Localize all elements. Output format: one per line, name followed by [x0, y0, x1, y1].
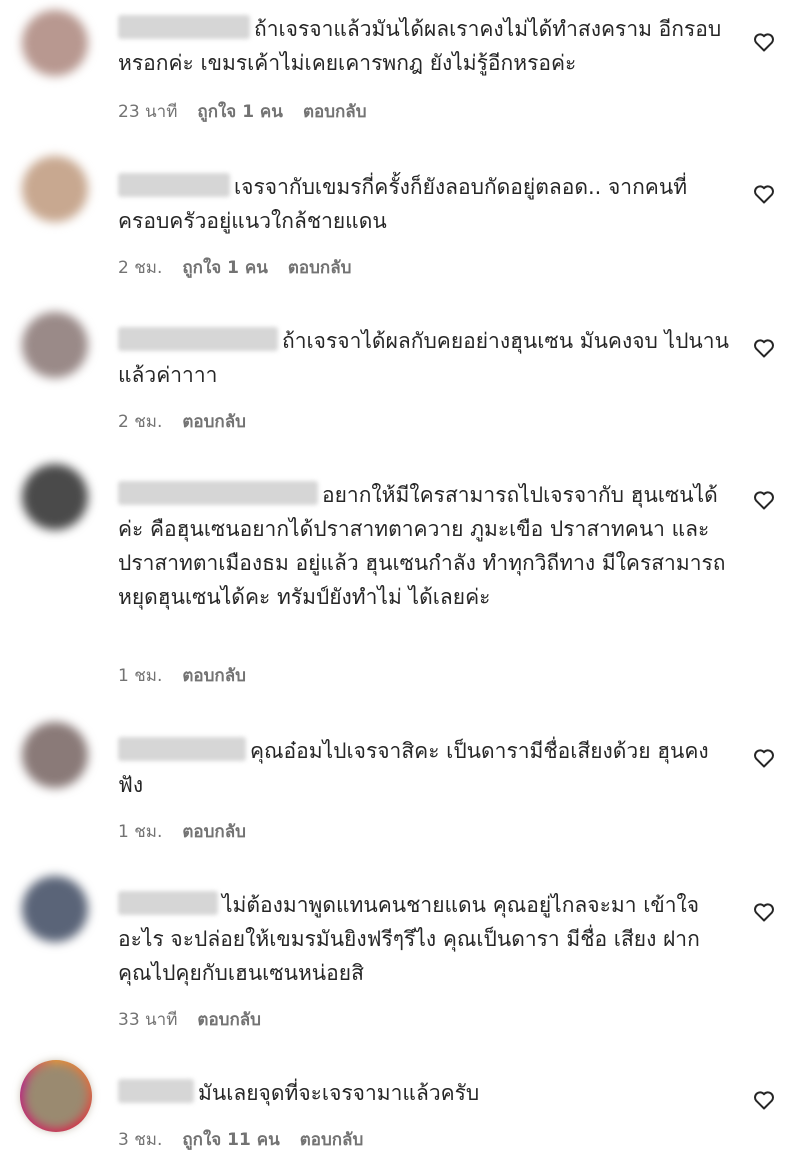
heart-icon[interactable]	[752, 900, 776, 924]
comment-meta: 2 ชม. ถูกใจ 1 คน ตอบกลับ	[118, 254, 371, 281]
comment-meta: 1 ชม. ตอบกลับ	[118, 662, 266, 689]
avatar[interactable]	[22, 722, 88, 788]
comment-text: คุณอ๋อมไปเจรจาสิคะ เป็นดารามีชื่อเสียงด้…	[118, 734, 730, 802]
username-blurred[interactable]	[118, 481, 318, 505]
comment-time: 2 ชม.	[118, 258, 163, 278]
username-blurred[interactable]	[118, 173, 230, 197]
username-blurred[interactable]	[118, 737, 246, 761]
comment-time: 23 นาที	[118, 102, 178, 122]
reply-button[interactable]: ตอบกลับ	[182, 412, 246, 432]
comment-body: มันเลยจุดที่จะเจรจามาแล้วครับ	[198, 1081, 480, 1105]
heart-icon[interactable]	[752, 182, 776, 206]
comment-text: ถ้าเจรจาแล้วมันได้ผลเราคงไม่ได้ทำสงคราม …	[118, 12, 730, 80]
reply-button[interactable]: ตอบกลับ	[288, 258, 352, 278]
heart-icon[interactable]	[752, 746, 776, 770]
comment-text: ถ้าเจรจาได้ผลกับคยอย่างฮุนเซน มันคงจบ ไป…	[118, 324, 730, 392]
comment-text: อยากให้มีใครสามารถไปเจรจากับ ฮุนเซนได้ค่…	[118, 478, 730, 614]
comment-likes[interactable]: ถูกใจ 11 คน	[182, 1130, 279, 1150]
comment-text: มันเลยจุดที่จะเจรจามาแล้วครับ	[118, 1076, 730, 1110]
comment-meta: 2 ชม. ตอบกลับ	[118, 408, 266, 435]
avatar[interactable]	[22, 156, 88, 222]
comment-time: 33 นาที	[118, 1010, 178, 1030]
comment-time: 3 ชม.	[118, 1130, 163, 1150]
heart-icon[interactable]	[752, 336, 776, 360]
comment-text: เจรจากับเขมรกี่ครั้งก็ยังลอบกัดอยู่ตลอด.…	[118, 170, 730, 238]
reply-button[interactable]: ตอบกลับ	[182, 822, 246, 842]
comment-meta: 23 นาที ถูกใจ 1 คน ตอบกลับ	[118, 98, 386, 125]
reply-button[interactable]: ตอบกลับ	[197, 1010, 261, 1030]
avatar[interactable]	[22, 464, 88, 530]
username-blurred[interactable]	[118, 1079, 194, 1103]
reply-button[interactable]: ตอบกลับ	[182, 666, 246, 686]
comment-time: 2 ชม.	[118, 412, 163, 432]
username-blurred[interactable]	[118, 327, 278, 351]
avatar[interactable]	[22, 312, 88, 378]
comment-meta: 3 ชม. ถูกใจ 11 คน ตอบกลับ	[118, 1126, 383, 1153]
avatar[interactable]	[23, 1063, 89, 1129]
avatar[interactable]	[22, 10, 88, 76]
comment-meta: 1 ชม. ตอบกลับ	[118, 818, 266, 845]
comment-meta: 33 นาที ตอบกลับ	[118, 1006, 281, 1033]
reply-button[interactable]: ตอบกลับ	[303, 102, 367, 122]
heart-icon[interactable]	[752, 1088, 776, 1112]
heart-icon[interactable]	[752, 488, 776, 512]
avatar[interactable]	[22, 876, 88, 942]
reply-button[interactable]: ตอบกลับ	[300, 1130, 364, 1150]
username-blurred[interactable]	[118, 891, 218, 915]
username-blurred[interactable]	[118, 15, 250, 39]
comment-time: 1 ชม.	[118, 666, 163, 686]
comment-likes[interactable]: ถูกใจ 1 คน	[197, 102, 283, 122]
heart-icon[interactable]	[752, 30, 776, 54]
comment-time: 1 ชม.	[118, 822, 163, 842]
comment-likes[interactable]: ถูกใจ 1 คน	[182, 258, 268, 278]
comment-text: ไม่ต้องมาพูดแทนคนชายแดน คุณอยู่ไกลจะมา เ…	[118, 888, 730, 990]
